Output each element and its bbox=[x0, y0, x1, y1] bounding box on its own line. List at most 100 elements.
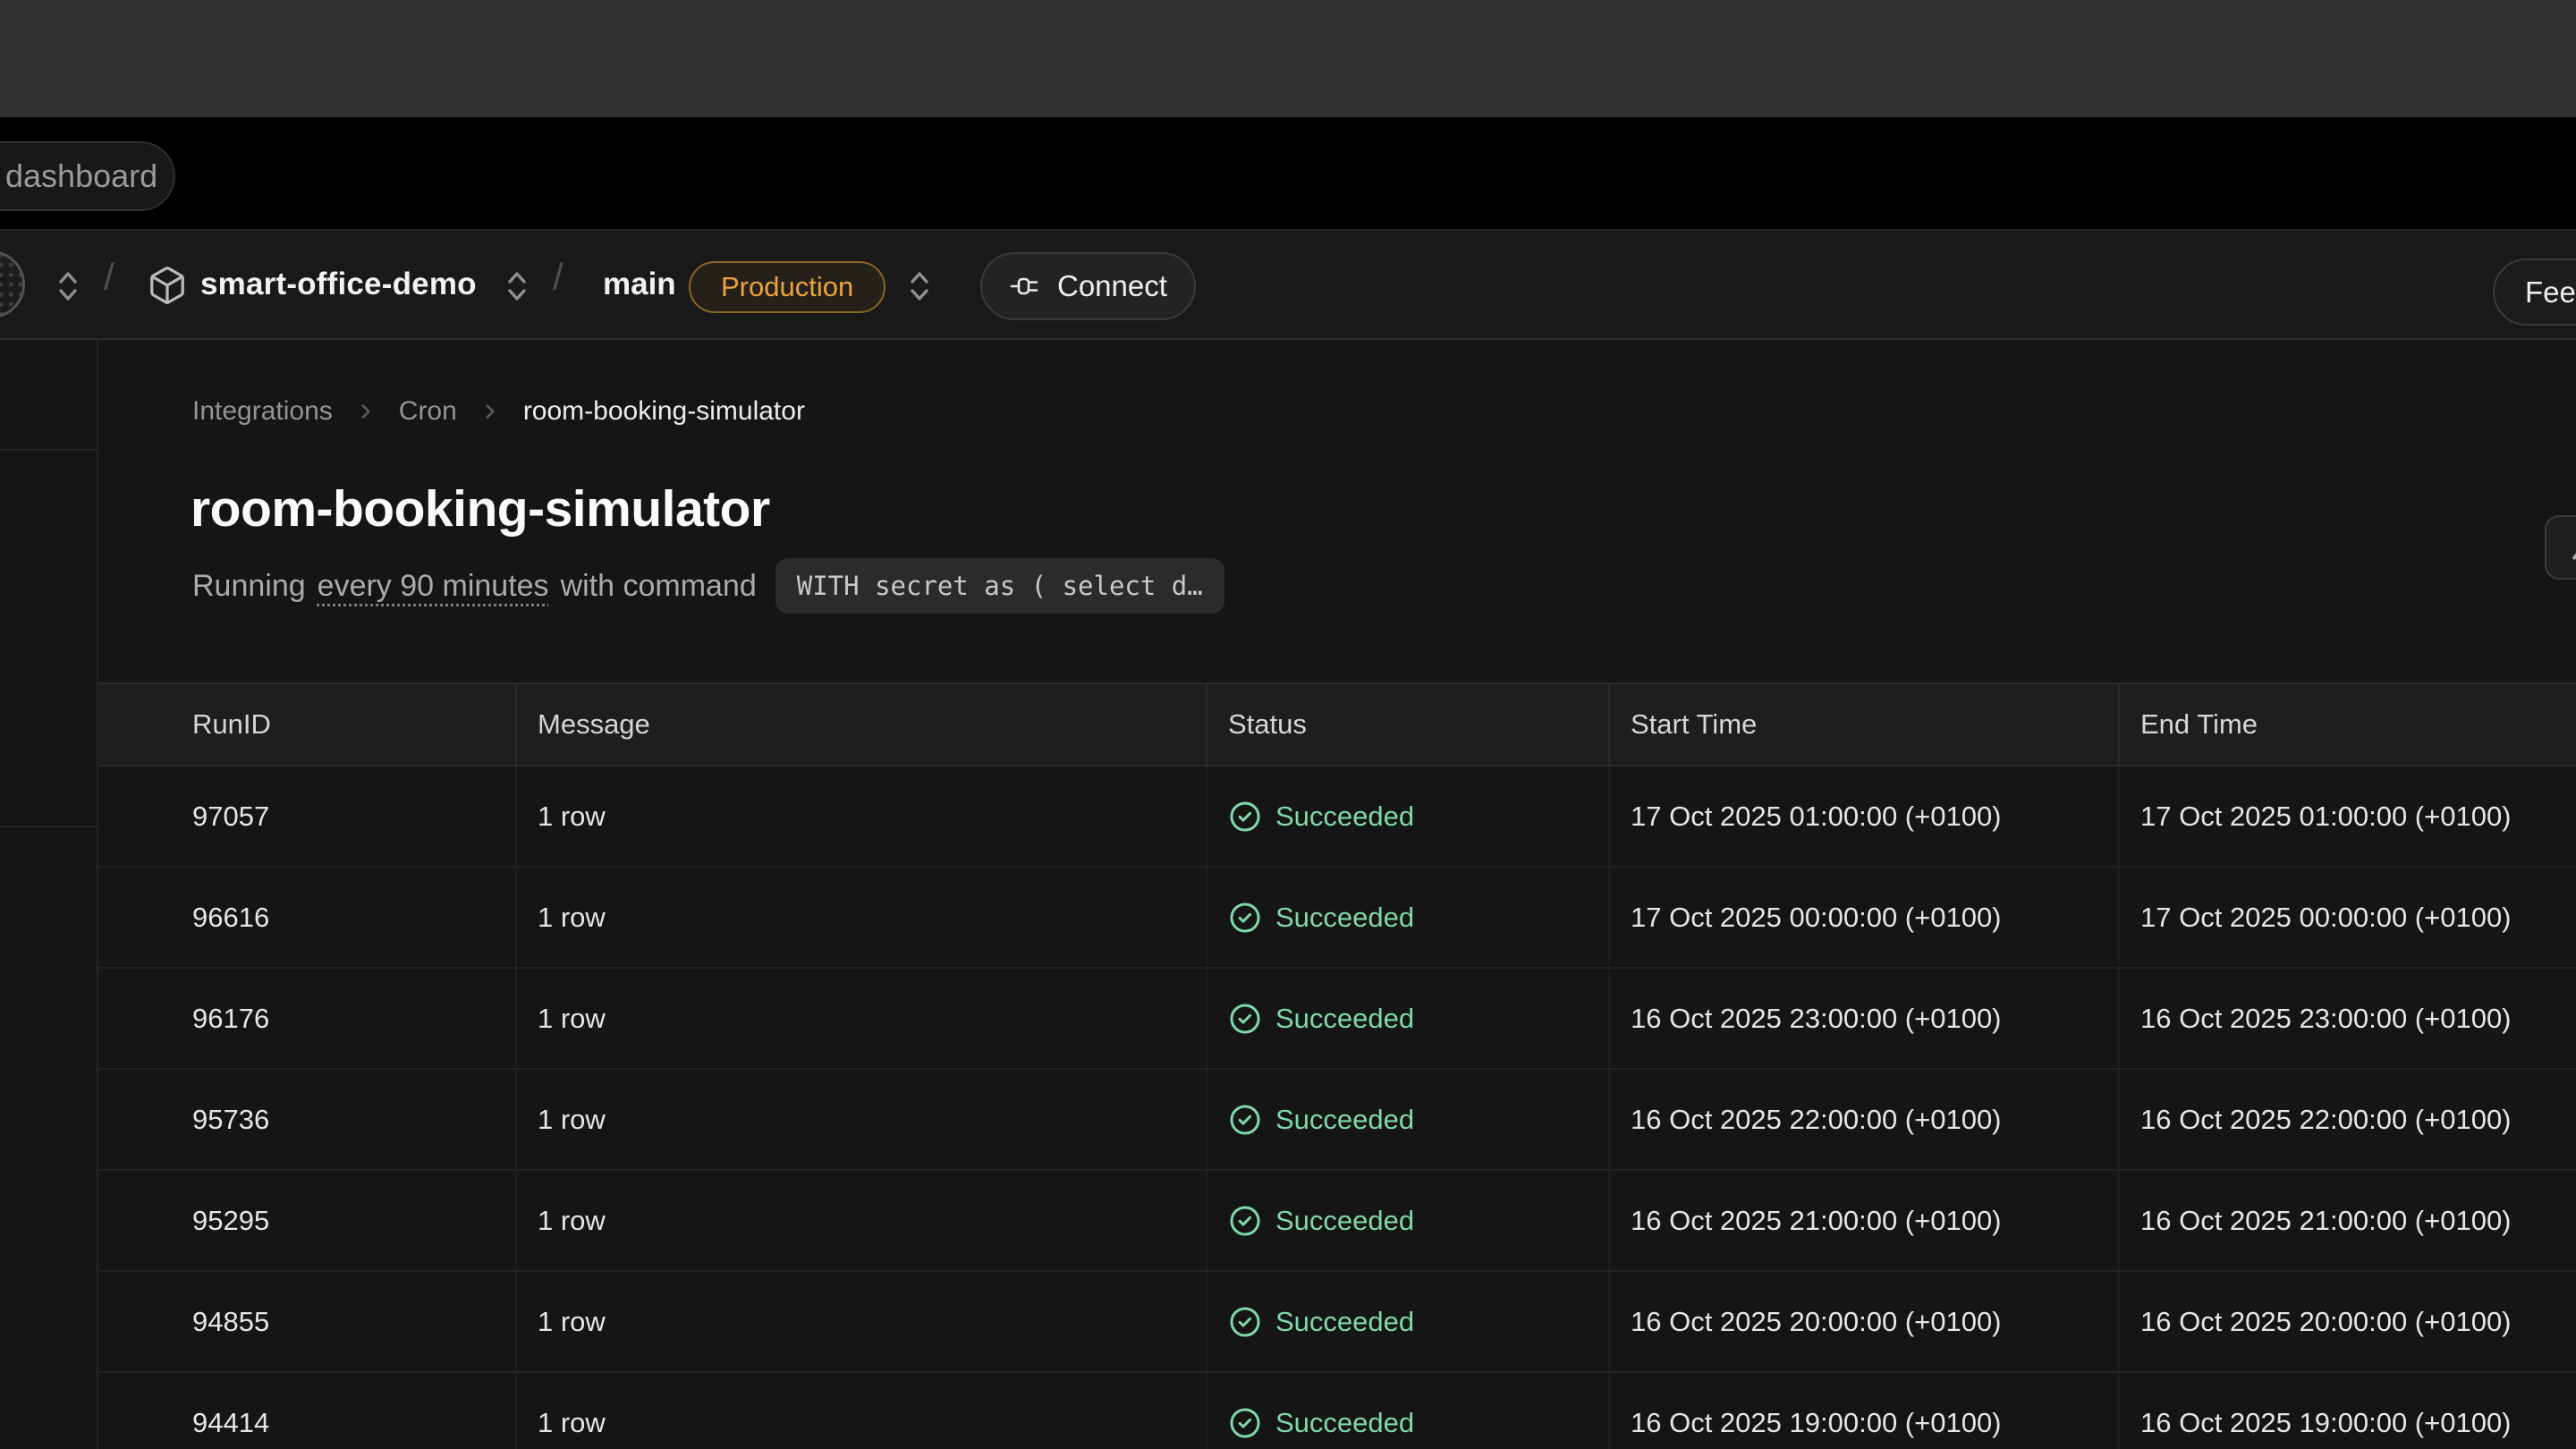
workspace-switcher-icon[interactable] bbox=[52, 265, 84, 308]
table-row[interactable]: 97057 1 row Succeeded 17 Oct 2025 01:00:… bbox=[98, 767, 2576, 868]
cell-start-time: 16 Oct 2025 20:00:00 (+0100) bbox=[1610, 1272, 2120, 1371]
cell-end-time: 16 Oct 2025 22:00:00 (+0100) bbox=[2120, 1070, 2576, 1169]
cell-runid: 96616 bbox=[98, 868, 517, 967]
column-header-start-time: Start Time bbox=[1610, 684, 2120, 765]
column-header-status: Status bbox=[1208, 684, 1610, 765]
cell-end-time: 16 Oct 2025 21:00:00 (+0100) bbox=[2120, 1171, 2576, 1270]
chevron-right-icon bbox=[354, 400, 377, 423]
cell-start-time: 17 Oct 2025 00:00:00 (+0100) bbox=[1610, 868, 2120, 967]
check-circle-icon bbox=[1228, 1204, 1262, 1238]
table-row[interactable]: 95736 1 row Succeeded 16 Oct 2025 22:00:… bbox=[98, 1070, 2576, 1171]
table-row[interactable]: 96616 1 row Succeeded 17 Oct 2025 00:00:… bbox=[98, 868, 2576, 969]
cell-message: 1 row bbox=[517, 1070, 1208, 1169]
partial-action-icon bbox=[2572, 540, 2576, 561]
runs-table: RunID Message Status Start Time End Time… bbox=[98, 682, 2576, 1449]
command-snippet[interactable]: WITH secret as ( select d… bbox=[775, 558, 1224, 614]
status-badge: Succeeded bbox=[1275, 1003, 1414, 1035]
connect-button[interactable]: Connect bbox=[980, 252, 1196, 320]
cell-message: 1 row bbox=[517, 1272, 1208, 1371]
cell-message: 1 row bbox=[517, 868, 1208, 967]
check-circle-icon bbox=[1228, 1305, 1262, 1339]
status-badge: Succeeded bbox=[1275, 1205, 1414, 1237]
app-root: dashboard / smart-office-demo bbox=[0, 0, 2576, 1449]
cell-runid: 95736 bbox=[98, 1070, 517, 1169]
check-circle-icon bbox=[1228, 1002, 1262, 1036]
breadcrumb: Integrations Cron room-booking-simulator bbox=[192, 394, 805, 429]
schedule-text[interactable]: every 90 minutes bbox=[318, 569, 549, 604]
main-content: Integrations Cron room-booking-simulator… bbox=[0, 340, 2576, 1449]
cell-status: Succeeded bbox=[1208, 767, 1610, 866]
left-sidebar-rail bbox=[0, 340, 98, 1449]
cell-start-time: 17 Oct 2025 01:00:00 (+0100) bbox=[1610, 767, 2120, 866]
environment-badge: Production bbox=[689, 261, 886, 313]
project-switcher-icon[interactable] bbox=[501, 265, 533, 308]
status-badge: Succeeded bbox=[1275, 1306, 1414, 1338]
cell-status: Succeeded bbox=[1208, 1070, 1610, 1169]
check-circle-icon bbox=[1228, 1103, 1262, 1137]
check-circle-icon bbox=[1228, 800, 1262, 834]
cell-status: Succeeded bbox=[1208, 1373, 1610, 1449]
status-badge: Succeeded bbox=[1275, 801, 1414, 833]
nav-separator: / bbox=[553, 256, 564, 299]
workspace-avatar[interactable] bbox=[0, 250, 25, 318]
breadcrumb-integrations[interactable]: Integrations bbox=[192, 396, 333, 427]
cell-message: 1 row bbox=[517, 1171, 1208, 1270]
cell-start-time: 16 Oct 2025 23:00:00 (+0100) bbox=[1610, 969, 2120, 1068]
cell-runid: 95295 bbox=[98, 1171, 517, 1270]
environment-badge-label: Production bbox=[721, 271, 853, 303]
status-badge: Succeeded bbox=[1275, 1104, 1414, 1136]
status-badge: Succeeded bbox=[1275, 1407, 1414, 1439]
cell-runid: 94414 bbox=[98, 1373, 517, 1449]
cell-message: 1 row bbox=[517, 1373, 1208, 1449]
column-header-message: Message bbox=[517, 684, 1208, 765]
top-navbar: / smart-office-demo / main Production bbox=[0, 229, 2576, 340]
browser-tab-dashboard[interactable]: dashboard bbox=[0, 141, 175, 211]
cell-status: Succeeded bbox=[1208, 1272, 1610, 1371]
cell-end-time: 16 Oct 2025 19:00:00 (+0100) bbox=[2120, 1373, 2576, 1449]
column-header-end-time: End Time bbox=[2120, 684, 2576, 765]
status-badge: Succeeded bbox=[1275, 902, 1414, 934]
cell-end-time: 17 Oct 2025 01:00:00 (+0100) bbox=[2120, 767, 2576, 866]
sidebar-divider bbox=[0, 826, 97, 827]
breadcrumb-cron[interactable]: Cron bbox=[399, 396, 457, 427]
cell-runid: 96176 bbox=[98, 969, 517, 1068]
window-chrome-bar bbox=[0, 0, 2576, 117]
project-box-icon bbox=[147, 265, 188, 306]
check-circle-icon bbox=[1228, 1406, 1262, 1440]
chevron-right-icon bbox=[479, 400, 502, 423]
feedback-button-label: Feedb bbox=[2525, 275, 2576, 309]
runs-table-header: RunID Message Status Start Time End Time bbox=[98, 682, 2576, 767]
branch-name[interactable]: main bbox=[603, 267, 676, 302]
partial-action-button[interactable] bbox=[2545, 515, 2576, 580]
cell-end-time: 16 Oct 2025 23:00:00 (+0100) bbox=[2120, 969, 2576, 1068]
branch-switcher-icon[interactable] bbox=[903, 265, 936, 308]
cell-start-time: 16 Oct 2025 19:00:00 (+0100) bbox=[1610, 1373, 2120, 1449]
subtitle-prefix: Running bbox=[192, 569, 306, 604]
cell-end-time: 16 Oct 2025 20:00:00 (+0100) bbox=[2120, 1272, 2576, 1371]
cell-start-time: 16 Oct 2025 21:00:00 (+0100) bbox=[1610, 1171, 2120, 1270]
nav-separator: / bbox=[104, 256, 114, 299]
cell-status: Succeeded bbox=[1208, 868, 1610, 967]
browser-tab-label: dashboard bbox=[5, 157, 157, 195]
cell-status: Succeeded bbox=[1208, 1171, 1610, 1270]
browser-tab-bar: dashboard bbox=[0, 117, 2576, 229]
project-name[interactable]: smart-office-demo bbox=[200, 267, 477, 302]
plug-icon bbox=[1009, 269, 1043, 303]
cell-runid: 97057 bbox=[98, 767, 517, 866]
cell-runid: 94855 bbox=[98, 1272, 517, 1371]
page-subtitle: Running every 90 minutes with command WI… bbox=[192, 556, 1224, 615]
cell-end-time: 17 Oct 2025 00:00:00 (+0100) bbox=[2120, 868, 2576, 967]
cell-start-time: 16 Oct 2025 22:00:00 (+0100) bbox=[1610, 1070, 2120, 1169]
cell-status: Succeeded bbox=[1208, 969, 1610, 1068]
table-row[interactable]: 94414 1 row Succeeded 16 Oct 2025 19:00:… bbox=[98, 1373, 2576, 1449]
table-row[interactable]: 94855 1 row Succeeded 16 Oct 2025 20:00:… bbox=[98, 1272, 2576, 1373]
feedback-button[interactable]: Feedb bbox=[2493, 258, 2576, 326]
table-row[interactable]: 95295 1 row Succeeded 16 Oct 2025 21:00:… bbox=[98, 1171, 2576, 1272]
subtitle-suffix: with command bbox=[561, 569, 757, 604]
breadcrumb-current: room-booking-simulator bbox=[523, 396, 805, 427]
cell-message: 1 row bbox=[517, 767, 1208, 866]
sidebar-divider bbox=[0, 449, 97, 451]
table-row[interactable]: 96176 1 row Succeeded 16 Oct 2025 23:00:… bbox=[98, 969, 2576, 1070]
check-circle-icon bbox=[1228, 901, 1262, 935]
runs-table-body: 97057 1 row Succeeded 17 Oct 2025 01:00:… bbox=[98, 767, 2576, 1449]
